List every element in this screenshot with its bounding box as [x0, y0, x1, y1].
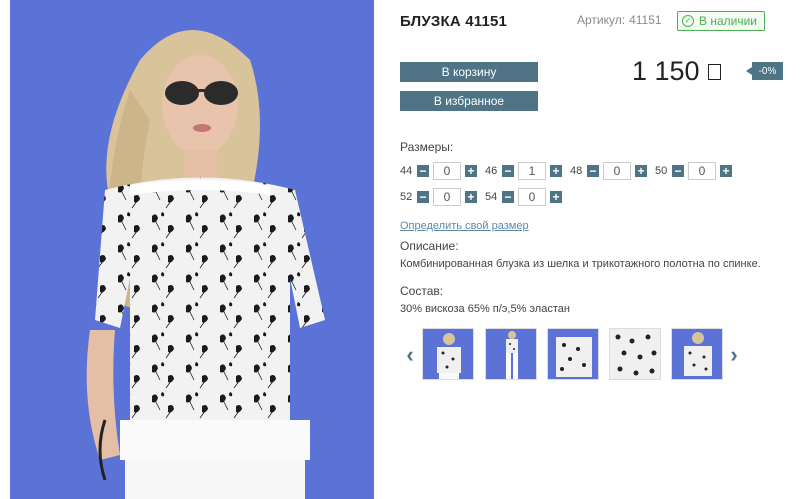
size-selector-46: 46 − 1 + [485, 162, 562, 180]
check-circle-icon: ✓ [682, 15, 694, 27]
quantity-input[interactable]: 0 [433, 188, 461, 206]
sizes-label: Размеры: [400, 140, 454, 154]
quantity-input[interactable]: 1 [518, 162, 546, 180]
ruble-icon [707, 63, 721, 80]
article-value: 41151 [629, 13, 662, 27]
discount-badge: -0% [746, 62, 783, 80]
size-selector-44: 44 − 0 + [400, 162, 477, 180]
plus-button[interactable]: + [550, 165, 562, 177]
composition-label: Состав: [400, 284, 444, 298]
size-selector-54: 54 − 0 + [485, 188, 562, 206]
minus-button[interactable]: − [587, 165, 599, 177]
composition-text: 30% вискоза 65% п/э,5% эластан [400, 303, 570, 315]
thumbnail[interactable] [547, 328, 599, 380]
plus-button[interactable]: + [635, 165, 647, 177]
quantity-input[interactable]: 0 [518, 188, 546, 206]
plus-button[interactable]: + [550, 191, 562, 203]
minus-button[interactable]: − [502, 165, 514, 177]
quantity-input[interactable]: 0 [603, 162, 631, 180]
thumbnail-gallery: ‹ › [400, 328, 745, 382]
quantity-input[interactable]: 0 [433, 162, 461, 180]
add-to-cart-button[interactable]: В корзину [400, 62, 538, 82]
size-label: 44 [400, 165, 413, 177]
thumbnail[interactable] [609, 328, 661, 380]
thumbnail[interactable] [422, 328, 474, 380]
main-product-photo[interactable] [10, 0, 374, 499]
size-row: 44 − 0 + 46 − 1 + 48 − 0 + 50 − 0 + [400, 162, 740, 180]
size-label: 46 [485, 165, 498, 177]
in-stock-badge: ✓ В наличии [677, 11, 765, 31]
define-size-link[interactable]: Определить свой размер [400, 220, 529, 232]
chevron-left-icon[interactable]: ‹ [403, 344, 417, 366]
size-selector-52: 52 − 0 + [400, 188, 477, 206]
add-to-favorites-button[interactable]: В избранное [400, 91, 538, 111]
plus-button[interactable]: + [720, 165, 732, 177]
plus-button[interactable]: + [465, 191, 477, 203]
minus-button[interactable]: − [502, 191, 514, 203]
plus-button[interactable]: + [465, 165, 477, 177]
thumbnail[interactable] [671, 328, 723, 380]
chevron-right-icon[interactable]: › [727, 344, 741, 366]
article-label: Артикул: [577, 13, 626, 27]
article-number: Артикул: 41151 [577, 13, 662, 27]
size-selector-50: 50 − 0 + [655, 162, 732, 180]
quantity-input[interactable]: 0 [688, 162, 716, 180]
product-title: БЛУЗКА 41151 [400, 13, 508, 30]
minus-button[interactable]: − [417, 191, 429, 203]
minus-button[interactable]: − [672, 165, 684, 177]
size-label: 50 [655, 165, 668, 177]
price-value: 1 150 [632, 56, 700, 86]
size-label: 54 [485, 191, 498, 203]
stock-label: В наличии [699, 14, 758, 28]
size-label: 52 [400, 191, 413, 203]
size-selector-48: 48 − 0 + [570, 162, 647, 180]
thumbnail[interactable] [485, 328, 537, 380]
price: 1 150 [632, 56, 721, 87]
size-label: 48 [570, 165, 583, 177]
minus-button[interactable]: − [417, 165, 429, 177]
description-text: Комбинированная блузка из шелка и трикот… [400, 258, 761, 270]
size-row: 52 − 0 + 54 − 0 + [400, 188, 570, 206]
description-label: Описание: [400, 239, 459, 253]
